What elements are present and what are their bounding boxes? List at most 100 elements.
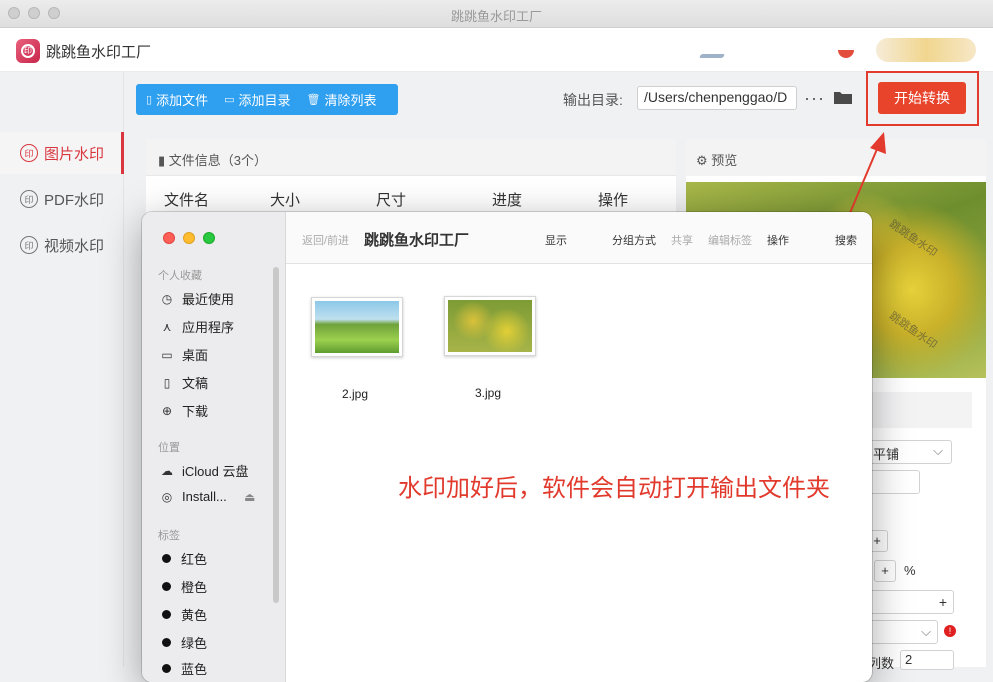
add-file-label: 添加文件 — [156, 93, 209, 108]
finder-item-label: 下载 — [182, 404, 209, 419]
sidebar-item-label: 图片水印 — [44, 145, 105, 163]
gear-icon: ⚙ — [696, 153, 708, 168]
annotation-highlight-box — [866, 71, 979, 126]
finder-tag-orange[interactable]: 橙色 — [160, 577, 207, 596]
disk-icon: ◎ — [161, 489, 173, 504]
watermark-text: 跳跳鱼水印 — [886, 310, 939, 352]
edit-tags-button[interactable]: 编辑标签 — [708, 232, 752, 248]
clear-list-button[interactable]: 🗑 清除列表 — [307, 90, 377, 109]
finder-item-desktop[interactable]: ▭ 桌面 — [160, 345, 208, 364]
finder-item-label: 红色 — [181, 552, 208, 567]
setting-input[interactable]: + — [866, 590, 954, 614]
finder-tag-red[interactable]: 红色 — [160, 549, 207, 568]
finder-window: 个人收藏 ◷ 最近使用 ⋏ 应用程序 ▭ 桌面 ▯ 文稿 ⊕ 下载 位置 ☁ iCloud … — [142, 212, 872, 682]
file-thumbnail-2jpg[interactable] — [311, 297, 403, 357]
finder-item-label: 应用程序 — [182, 320, 235, 335]
column-header: 文件名 — [164, 192, 210, 209]
percent-unit: % — [904, 563, 916, 578]
finder-item-install[interactable]: ◎ Install... ⏏ — [160, 489, 257, 504]
tag-dot-icon — [162, 554, 171, 563]
finder-item-icloud[interactable]: ☁ iCloud 云盘 — [160, 461, 248, 480]
setting-select[interactable]: ⌵ — [866, 620, 938, 644]
header-promo-banner[interactable] — [876, 38, 976, 62]
open-folder-icon[interactable] — [833, 89, 853, 105]
tag-dot-icon — [162, 664, 171, 673]
finder-minimize-button[interactable] — [183, 232, 195, 244]
app-logo-icon: 印 — [16, 39, 40, 63]
sidebar-item-label: PDF水印 — [44, 191, 105, 209]
tag-dot-icon — [162, 582, 171, 591]
file-name[interactable]: 2.jpg — [342, 387, 368, 401]
finder-item-label: 橙色 — [181, 580, 208, 595]
sidebar-item-pdf-watermark[interactable]: 印 PDF水印 — [0, 178, 124, 220]
eject-icon[interactable]: ⏏ — [243, 490, 257, 504]
share-button[interactable]: 共享 — [671, 232, 693, 248]
file-name[interactable]: 3.jpg — [475, 386, 501, 400]
window-titlebar: 跳跳鱼水印工厂 — [0, 0, 993, 28]
finder-tag-yellow[interactable]: 黄色 — [160, 605, 207, 624]
output-dir-input[interactable]: /Users/chenpenggao/D — [637, 86, 797, 110]
finder-item-label: 文稿 — [182, 376, 209, 391]
finder-close-button[interactable] — [163, 232, 175, 244]
finder-item-label: Install... — [182, 489, 227, 504]
clear-list-label: 清除列表 — [324, 93, 377, 108]
finder-item-downloads[interactable]: ⊕ 下载 — [160, 401, 208, 420]
more-icon[interactable]: ··· — [804, 88, 825, 109]
column-header: 大小 — [270, 192, 301, 209]
finder-title: 跳跳鱼水印工厂 — [364, 232, 470, 249]
search-button[interactable]: 搜索 — [835, 232, 857, 248]
finder-item-documents[interactable]: ▯ 文稿 — [160, 373, 208, 392]
header-decoration — [838, 50, 854, 58]
window-title: 跳跳鱼水印工厂 — [450, 9, 542, 24]
finder-tag-blue[interactable]: 蓝色 — [160, 659, 207, 678]
column-header: 操作 — [598, 192, 629, 209]
tag-dot-icon — [162, 638, 171, 647]
annotation-text: 水印加好后，软件会自动打开输出文件夹 — [398, 475, 830, 502]
watermark-icon: 印 — [20, 190, 38, 208]
chevron-down-icon: ⌵ — [921, 624, 931, 639]
setting-input[interactable] — [866, 470, 920, 494]
column-header: 进度 — [492, 192, 523, 209]
back-forward-button[interactable]: 返回/前进 — [302, 232, 349, 248]
column-count-stepper[interactable]: 2 — [900, 650, 954, 670]
tag-dot-icon — [162, 610, 171, 619]
finder-item-label: 桌面 — [182, 348, 209, 363]
group-by-button[interactable]: 分组方式 — [612, 232, 656, 248]
finder-item-label: 最近使用 — [182, 292, 235, 307]
add-file-button[interactable]: ▯ 添加文件 — [146, 90, 208, 109]
finder-item-recents[interactable]: ◷ 最近使用 — [160, 289, 234, 308]
warning-icon: ! — [944, 625, 956, 637]
watermark-mode-select[interactable]: 平铺 ⌵ — [866, 440, 952, 464]
cloud-icon: ☁ — [161, 463, 173, 478]
finder-item-label: 蓝色 — [181, 662, 208, 677]
watermark-icon: 印 — [20, 236, 38, 254]
sidebar-item-video-watermark[interactable]: 印 视频水印 — [0, 224, 124, 266]
sidebar-section-favorites: 个人收藏 — [158, 270, 202, 282]
finder-sidebar-scrollbar[interactable] — [273, 267, 279, 603]
output-dir-label: 输出目录: — [563, 92, 623, 108]
view-button[interactable]: 显示 — [545, 232, 567, 248]
clock-icon: ◷ — [161, 291, 173, 306]
finder-zoom-button[interactable] — [203, 232, 215, 244]
finder-sidebar: 个人收藏 ◷ 最近使用 ⋏ 应用程序 ▭ 桌面 ▯ 文稿 ⊕ 下载 位置 ☁ iCloud … — [142, 212, 286, 682]
column-header: 尺寸 — [376, 192, 407, 209]
mode-select-value: 平铺 — [873, 447, 900, 462]
increment-button[interactable]: + — [939, 594, 947, 610]
download-icon: ⊕ — [161, 403, 173, 418]
increment-button[interactable]: + — [874, 560, 896, 582]
finder-traffic-lights — [163, 232, 215, 244]
sidebar: 印 图片水印 印 PDF水印 印 视频水印 — [0, 72, 124, 667]
file-thumbnail-3jpg[interactable] — [444, 296, 536, 356]
sidebar-item-label: 视频水印 — [44, 237, 105, 255]
action-button[interactable]: 操作 — [767, 232, 789, 248]
file-info-header: ▮ 文件信息（3个） — [146, 139, 676, 176]
file-info-title: 文件信息（3个） — [168, 153, 268, 168]
finder-item-applications[interactable]: ⋏ 应用程序 — [160, 317, 234, 336]
app-name: 跳跳鱼水印工厂 — [46, 44, 152, 61]
finder-tag-green[interactable]: 绿色 — [160, 633, 207, 652]
document-icon: ▯ — [163, 375, 171, 390]
add-directory-button[interactable]: ▭ 添加目录 — [224, 90, 290, 109]
sidebar-item-image-watermark[interactable]: 印 图片水印 — [0, 132, 124, 174]
sidebar-section-tags: 标签 — [158, 530, 180, 542]
folder-icon: ▭ — [224, 94, 235, 106]
